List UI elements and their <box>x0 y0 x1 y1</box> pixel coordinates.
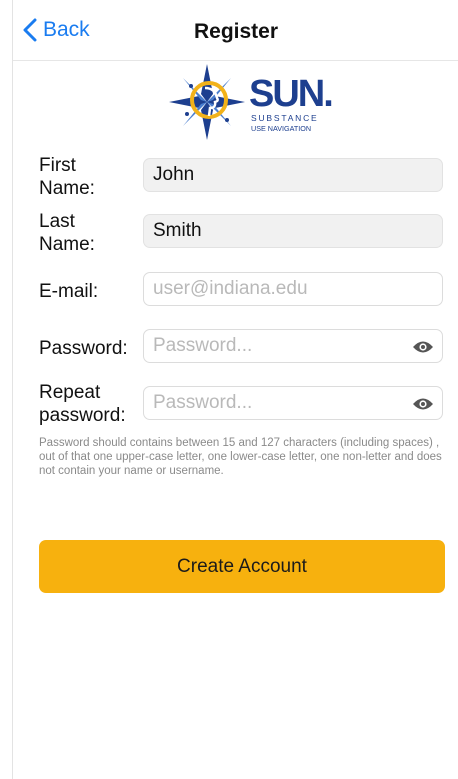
password-label: Password: <box>39 338 128 359</box>
first-name-value: John <box>153 164 195 185</box>
first-name-field[interactable]: John <box>143 158 443 192</box>
repeat-password-label: Repeat password: <box>39 382 126 426</box>
repeat-password-placeholder: Password... <box>153 392 253 413</box>
logo-line-2: USE NAVIGATION <box>251 124 311 133</box>
eye-icon[interactable] <box>412 396 434 412</box>
last-name-value: Smith <box>153 220 202 241</box>
email-label: E-mail: <box>39 281 99 302</box>
email-placeholder: user@indiana.edu <box>153 278 308 299</box>
eye-icon[interactable] <box>412 339 434 355</box>
email-field[interactable]: user@indiana.edu <box>143 272 443 306</box>
navigation-bar: Back Register <box>13 0 458 61</box>
password-field[interactable]: Password... <box>143 329 443 363</box>
create-account-button[interactable]: Create Account <box>39 540 445 593</box>
sun-logo: SUN. SUBSTANCE USE NAVIGATION <box>169 64 334 140</box>
logo-line-1: SUBSTANCE <box>251 113 319 123</box>
password-requirements-hint: Password should contains between 15 and … <box>39 437 442 477</box>
create-account-label: Create Account <box>177 555 307 577</box>
password-placeholder: Password... <box>153 335 253 356</box>
last-name-field[interactable]: Smith <box>143 214 443 248</box>
app-screen: Back Register SUN. SUBSTANCE USE NAVIGAT… <box>12 0 458 779</box>
first-name-label: First Name: <box>39 155 95 199</box>
logo-brand: SUN. <box>249 73 332 115</box>
last-name-label: Last Name: <box>39 211 95 255</box>
repeat-password-field[interactable]: Password... <box>143 386 443 420</box>
page-title: Register <box>193 20 279 43</box>
compass-star-icon <box>169 64 245 140</box>
